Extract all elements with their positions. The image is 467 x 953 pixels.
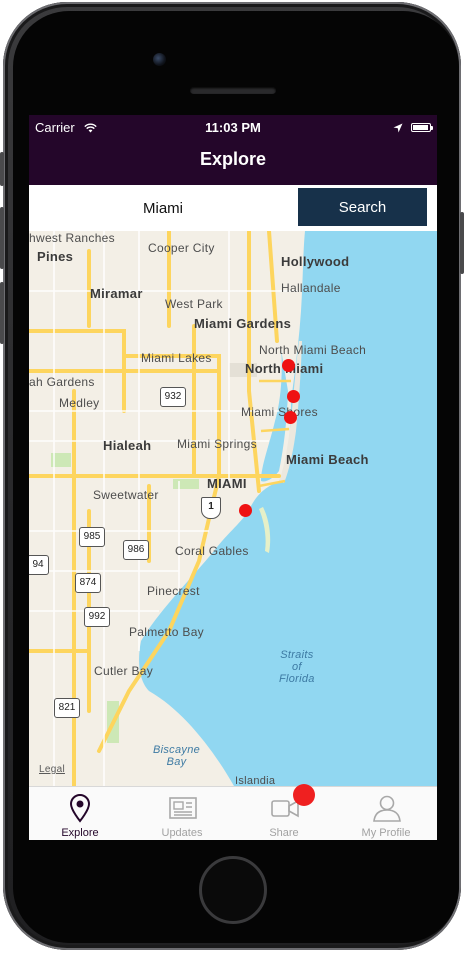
home-button[interactable] [199,856,267,924]
tab-updates[interactable]: Updates [131,787,233,840]
highway-shield-986: 986 [123,540,149,560]
tab-share-label: Share [269,827,299,839]
battery-level [413,125,429,130]
earpiece-speaker [190,87,276,94]
map-view[interactable]: hwest Ranches Cooper City Pines Hollywoo… [29,231,437,786]
status-bar: Carrier 11:03 PM [29,119,437,137]
search-button[interactable]: Search [298,188,427,226]
mute-switch [0,152,4,186]
search-bar: Search [29,185,437,231]
map-pin[interactable] [284,411,297,424]
map-label-biscayne-bay: Biscayne Bay [153,744,201,768]
highway-shield-821: 821 [54,698,80,718]
map-label-islandia: Islandia [235,775,276,786]
map-label-west-ranches: hwest Ranches [29,231,115,245]
tab-explore-label: Explore [61,827,99,839]
highway-shield-985: 985 [79,527,105,547]
map-label-hallandale: Hallandale [281,281,341,295]
map-label-miami-lakes: Miami Lakes [141,351,212,365]
highway-shield-992: 992 [84,607,110,627]
map-label-miami-shores: Miami Shores [241,405,318,419]
tab-updates-label: Updates [161,827,203,839]
highway-shield-94: 94 [29,555,49,575]
map-label-miramar: Miramar [90,286,143,301]
map-label-cutler-bay: Cutler Bay [94,664,154,678]
map-label-sweetwater: Sweetwater [93,488,159,502]
share-notification-dot[interactable] [293,784,315,806]
map-pin[interactable] [239,504,252,517]
map-label-hollywood: Hollywood [281,254,350,269]
page-title: Explore [199,149,267,169]
power-button [460,212,464,274]
highway-shield-1: 1 [201,497,221,519]
tab-my-profile-label: My Profile [361,827,411,839]
navigation-bar: Carrier 11:03 PM Explore [29,115,437,185]
volume-up-button [0,207,4,269]
volume-down-button [0,282,4,344]
battery-icon [411,123,433,132]
map-label-miami-gardens: Miami Gardens [194,316,292,331]
map-label-straits-of-florida: Straits of Florida [279,649,315,685]
tab-share[interactable]: Share [233,787,335,840]
status-time: 11:03 PM [205,120,261,135]
map-label-pines: Pines [37,249,74,264]
highway-shield-932: 932 [160,387,186,407]
map-label-miami: MIAMI [207,476,247,491]
map-pin-icon [69,794,91,823]
map-label-west-park: West Park [165,297,223,311]
map-label-north-miami-beach: North Miami Beach [259,343,367,357]
map-label-ah-gardens: ah Gardens [29,375,95,389]
map-label-palmetto-bay: Palmetto Bay [129,625,204,639]
newspaper-icon [169,797,197,819]
map-label-cooper-city: Cooper City [148,241,215,255]
location-arrow-icon [393,123,403,133]
map-label-medley: Medley [59,396,100,410]
front-camera [153,53,166,66]
person-icon [373,795,401,822]
map-legal-link[interactable]: Legal [39,764,65,775]
map-label-miami-beach: Miami Beach [286,452,369,467]
tab-explore[interactable]: Explore [29,787,131,840]
tab-my-profile[interactable]: My Profile [335,787,437,840]
map-pin[interactable] [282,359,295,372]
map-base [29,231,437,786]
map-label-pinecrest: Pinecrest [147,584,200,598]
map-label-miami-springs: Miami Springs [177,437,257,451]
tab-bar: Explore Updates Share My Profile [29,784,437,840]
map-label-coral-gables: Coral Gables [175,544,249,558]
app-screen: Carrier 11:03 PM Explore Search [29,115,437,840]
search-input[interactable] [29,189,297,227]
map-label-hialeah: Hialeah [103,438,152,453]
map-pin[interactable] [287,390,300,403]
highway-shield-874: 874 [75,573,101,593]
